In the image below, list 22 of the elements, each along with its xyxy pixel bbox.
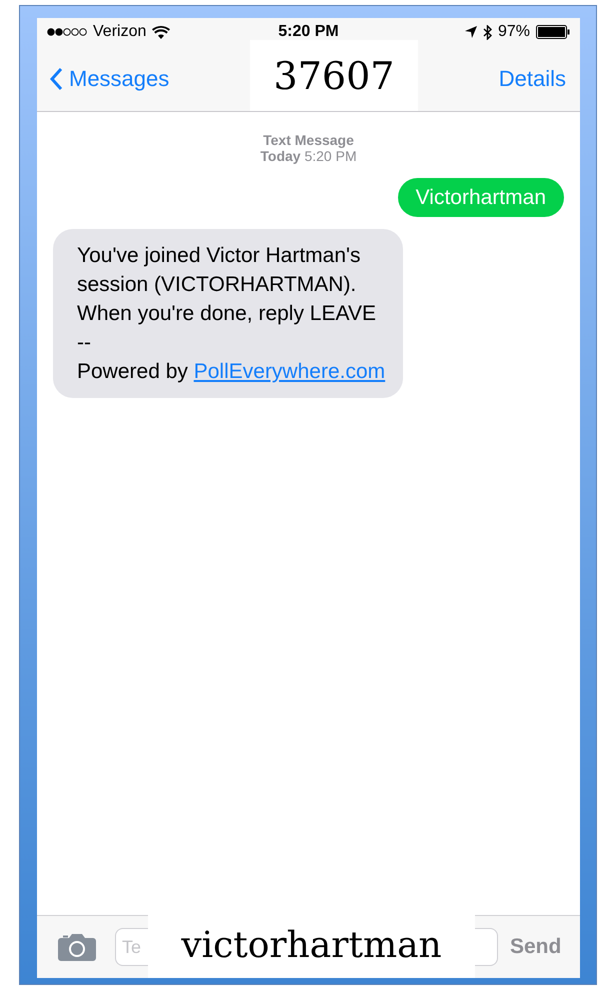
battery-icon: [536, 25, 570, 39]
carrier-name: Verizon: [93, 23, 146, 41]
chevron-left-icon: [49, 66, 63, 90]
website-link[interactable]: PollEverywhere.com: [194, 360, 386, 383]
sent-message-bubble: Victorhartman: [398, 178, 564, 217]
camera-icon[interactable]: [58, 933, 96, 961]
battery-percent: 97%: [498, 23, 530, 41]
received-message-bubble: You've joined Victor Hartman's session (VICTORHARTMAN). When you're done, reply LEAVE -- Powered by PollEverywhere.com: [53, 229, 404, 398]
conversation-title: 37607: [250, 40, 418, 111]
wifi-icon: [152, 26, 170, 38]
back-label: Messages: [69, 66, 170, 92]
signal-dots-icon: [47, 28, 87, 36]
message-timestamp: Today 5:20 PM: [260, 148, 357, 164]
bluetooth-icon: [482, 24, 492, 40]
message-type-label: Text Message: [263, 132, 354, 148]
status-time: 5:20 PM: [278, 23, 339, 41]
message-input-field[interactable]: Te: [115, 928, 148, 966]
overlay-label: victorhartman: [148, 912, 475, 978]
back-button[interactable]: Messages: [49, 66, 170, 92]
details-button[interactable]: Details: [498, 66, 566, 92]
location-arrow-icon: [464, 26, 477, 38]
input-field-edge: [475, 928, 498, 966]
